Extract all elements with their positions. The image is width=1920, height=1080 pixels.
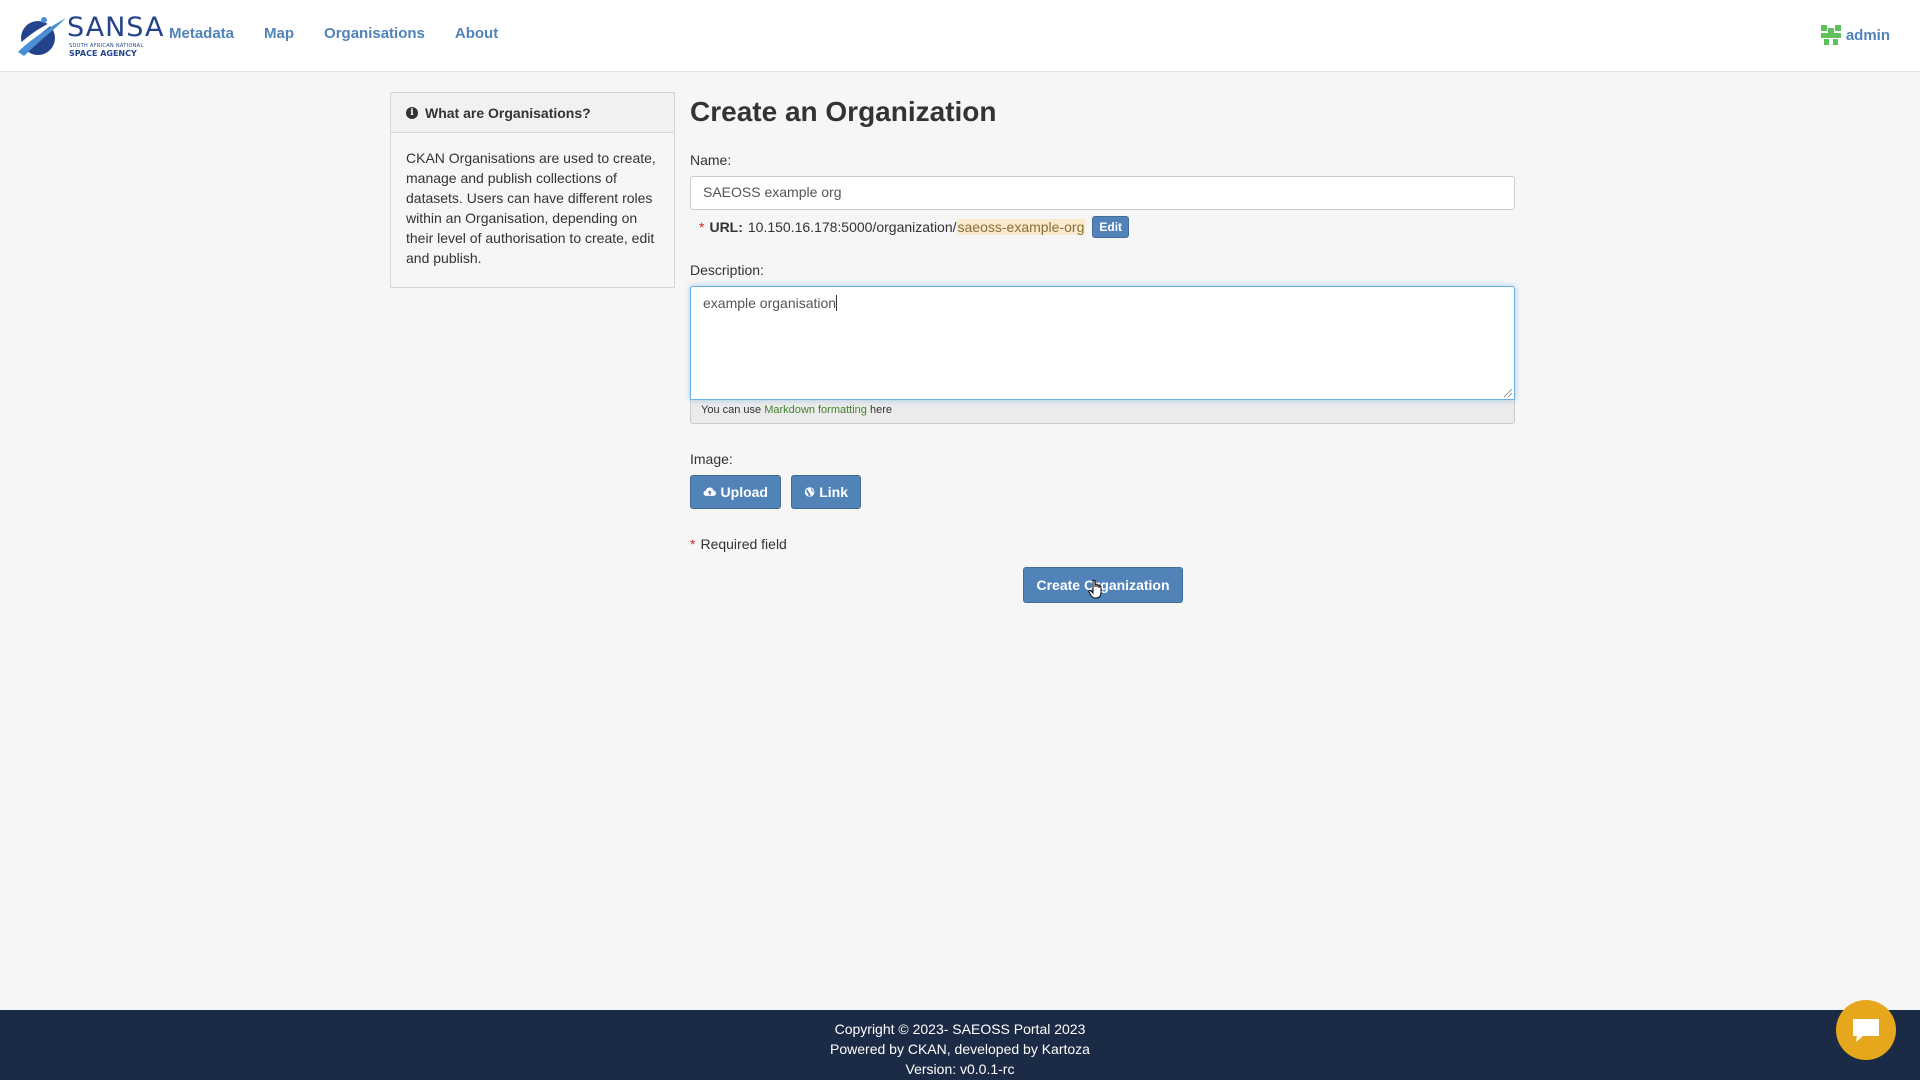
info-panel-body: CKAN Organisations are used to create, m… [406, 150, 656, 266]
image-buttons: Upload Link [690, 475, 1515, 509]
name-label: Name: [690, 152, 732, 168]
name-input[interactable]: SAEOSS example org [690, 176, 1515, 210]
cloud-upload-icon [703, 487, 717, 496]
globe-icon [804, 487, 815, 497]
chat-button[interactable] [1836, 1000, 1896, 1060]
organization-form: Create an Organization Name: SAEOSS exam… [690, 92, 1515, 603]
required-asterisk: * [699, 219, 705, 235]
description-textarea[interactable]: example organisation [690, 286, 1515, 400]
url-label: URL: [709, 219, 743, 235]
logo-subtitle-2: SPACE AGENCY [69, 49, 137, 58]
edit-url-button[interactable]: Edit [1092, 216, 1130, 238]
link-button[interactable]: Link [791, 475, 861, 509]
text-caret [836, 295, 838, 311]
markdown-hint-pre: You can use [701, 404, 765, 416]
footer-powered-by: Powered by CKAN, developed by Kartoza [830, 1041, 1090, 1057]
top-navbar: SANSA SOUTH AFRICAN NATIONAL SPACE AGENC… [0, 0, 1920, 72]
nav-about[interactable]: About [455, 25, 498, 43]
avatar-icon [1819, 24, 1842, 46]
main-nav: Metadata Map Organisations About [169, 25, 528, 43]
description-text: example organisation [703, 295, 837, 311]
markdown-hint-post: here [866, 404, 892, 416]
description-label: Description: [690, 262, 764, 278]
footer-copyright: Copyright © 2023- SAEOSS Portal 2023 [834, 1021, 1086, 1037]
footer-version: Version: v0.0.1-rc [905, 1061, 1015, 1077]
info-icon: i [406, 106, 418, 119]
chat-icon [1853, 1019, 1879, 1042]
nav-organisations[interactable]: Organisations [324, 25, 425, 43]
link-label: Link [819, 484, 848, 500]
required-asterisk: * [690, 536, 696, 552]
info-panel: i What are Organisations? CKAN Organisat… [390, 92, 675, 288]
required-note: * Required field [690, 534, 1515, 554]
hand-cursor-icon [1088, 579, 1102, 599]
footer: Copyright © 2023- SAEOSS Portal 2023 Pow… [0, 1010, 1920, 1080]
user-menu[interactable]: admin [1819, 24, 1890, 46]
resize-grip-icon[interactable] [1504, 389, 1512, 397]
page-title: Create an Organization [690, 96, 997, 127]
markdown-link[interactable]: Markdown formatting [764, 404, 867, 416]
url-slug: saeoss-example-org [956, 219, 1086, 235]
required-text: Required field [700, 536, 787, 552]
image-label: Image: [690, 451, 733, 467]
user-name[interactable]: admin [1846, 27, 1890, 44]
info-panel-heading: i What are Organisations? [391, 93, 674, 133]
logo-title: SANSA [67, 12, 165, 43]
info-panel-title: What are Organisations? [425, 104, 591, 121]
nav-map[interactable]: Map [264, 25, 294, 43]
upload-button[interactable]: Upload [690, 475, 781, 509]
url-prefix: 10.150.16.178:5000/organization/ [747, 219, 957, 235]
upload-label: Upload [720, 484, 768, 500]
nav-metadata[interactable]: Metadata [169, 25, 234, 43]
sansa-logo[interactable]: SANSA SOUTH AFRICAN NATIONAL SPACE AGENC… [14, 11, 163, 60]
sansa-swoosh-icon [16, 15, 66, 56]
url-row: * URL: 10.150.16.178:5000/organization/ … [690, 216, 1515, 238]
markdown-hint: You can use Markdown formatting here [690, 400, 1515, 424]
